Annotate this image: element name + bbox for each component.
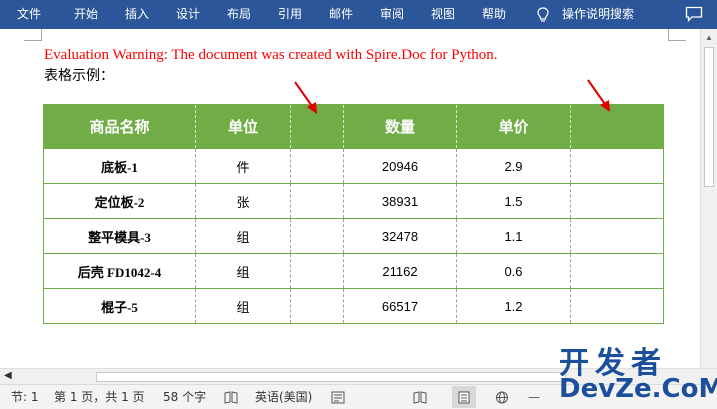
zoom-out-icon[interactable]: — <box>528 385 540 409</box>
header-cell-quantity[interactable]: 数量 <box>343 105 456 148</box>
cell-price[interactable]: 1.2 <box>456 289 570 323</box>
cell-unit[interactable]: 组 <box>195 219 290 253</box>
proofing-book-icon[interactable] <box>224 391 238 404</box>
status-page[interactable]: 第 1 页，共 1 页 <box>54 385 145 409</box>
cell-price[interactable]: 1.5 <box>456 184 570 218</box>
cell-product-name[interactable]: 整平模具-3 <box>44 219 195 253</box>
cell-empty[interactable] <box>290 219 343 253</box>
cell-unit[interactable]: 张 <box>195 184 290 218</box>
scroll-up-icon[interactable]: ▲ <box>705 33 713 42</box>
cell-empty[interactable] <box>570 149 663 183</box>
vertical-scroll-thumb[interactable] <box>704 47 714 187</box>
cell-product-name[interactable]: 后壳 FD1042-4 <box>44 254 195 288</box>
tab-design[interactable]: 设计 <box>176 0 200 29</box>
table-row: 底板-1 件 20946 2.9 <box>44 148 663 183</box>
print-layout-icon[interactable] <box>457 391 471 404</box>
status-word-count[interactable]: 58 个字 <box>163 385 206 409</box>
accessibility-icon[interactable] <box>331 391 345 404</box>
devze-watermark: 开发者 DevZe.CoM <box>555 336 717 409</box>
table-row: 整平模具-3 组 32478 1.1 <box>44 218 663 253</box>
scroll-left-icon[interactable]: ◀ <box>4 370 12 381</box>
cell-product-name[interactable]: 定位板-2 <box>44 184 195 218</box>
red-arrow-icon <box>587 79 610 112</box>
table-caption: 表格示例： <box>44 68 114 84</box>
cell-empty[interactable] <box>570 254 663 288</box>
tab-file[interactable]: 文件 <box>17 0 41 29</box>
header-cell-empty[interactable] <box>570 105 663 148</box>
cell-empty[interactable] <box>570 184 663 218</box>
cell-price[interactable]: 0.6 <box>456 254 570 288</box>
cell-empty[interactable] <box>290 254 343 288</box>
cell-empty[interactable] <box>290 149 343 183</box>
tab-mailings[interactable]: 邮件 <box>329 0 353 29</box>
horizontal-scroll-thumb[interactable] <box>96 372 566 382</box>
evaluation-warning: Evaluation Warning: The document was cre… <box>44 47 498 63</box>
cell-unit[interactable]: 组 <box>195 289 290 323</box>
cell-quantity[interactable]: 38931 <box>343 184 456 218</box>
cell-quantity[interactable]: 20946 <box>343 149 456 183</box>
tell-me-search[interactable]: 操作说明搜索 <box>562 0 634 29</box>
ribbon-bar: 文件 开始 插入 设计 布局 引用 邮件 审阅 视图 帮助 操作说明搜索 <box>0 0 717 29</box>
header-cell-name[interactable]: 商品名称 <box>44 105 195 148</box>
table-row: 棍子-5 组 66517 1.2 <box>44 288 663 323</box>
cell-unit[interactable]: 组 <box>195 254 290 288</box>
tab-help[interactable]: 帮助 <box>482 0 506 29</box>
comment-icon[interactable] <box>685 6 703 22</box>
tab-layout[interactable]: 布局 <box>227 0 251 29</box>
header-cell-price[interactable]: 单价 <box>456 105 570 148</box>
vertical-scrollbar[interactable]: ▲ <box>700 29 717 368</box>
tab-review[interactable]: 审阅 <box>380 0 404 29</box>
cell-price[interactable]: 2.9 <box>456 149 570 183</box>
cell-empty[interactable] <box>570 289 663 323</box>
cell-product-name[interactable]: 棍子-5 <box>44 289 195 323</box>
table-row: 定位板-2 张 38931 1.5 <box>44 183 663 218</box>
read-mode-icon[interactable] <box>413 391 427 404</box>
web-layout-icon[interactable] <box>495 391 509 404</box>
tab-home[interactable]: 开始 <box>74 0 98 29</box>
cell-empty[interactable] <box>570 219 663 253</box>
table-row: 后壳 FD1042-4 组 21162 0.6 <box>44 253 663 288</box>
cell-quantity[interactable]: 21162 <box>343 254 456 288</box>
header-cell-unit[interactable]: 单位 <box>195 105 290 148</box>
tab-references[interactable]: 引用 <box>278 0 302 29</box>
cell-quantity[interactable]: 66517 <box>343 289 456 323</box>
status-language[interactable]: 英语(美国) <box>255 385 312 409</box>
watermark-line2: DevZe.CoM <box>559 374 717 404</box>
margin-corner-mark <box>668 29 686 41</box>
cell-price[interactable]: 1.1 <box>456 219 570 253</box>
cell-empty[interactable] <box>290 184 343 218</box>
cell-empty[interactable] <box>290 289 343 323</box>
red-arrow-icon <box>294 81 317 114</box>
tab-view[interactable]: 视图 <box>431 0 455 29</box>
product-table[interactable]: 商品名称 单位 数量 单价 底板-1 件 20946 2.9 定位板-2 张 3… <box>43 104 664 324</box>
table-header-row: 商品名称 单位 数量 单价 <box>44 105 663 148</box>
cell-product-name[interactable]: 底板-1 <box>44 149 195 183</box>
status-section[interactable]: 节: 1 <box>11 385 39 409</box>
cell-quantity[interactable]: 32478 <box>343 219 456 253</box>
tab-insert[interactable]: 插入 <box>125 0 149 29</box>
document-page[interactable]: Evaluation Warning: The document was cre… <box>0 29 700 368</box>
lightbulb-icon[interactable] <box>536 7 550 23</box>
margin-corner-mark <box>24 29 42 41</box>
cell-unit[interactable]: 件 <box>195 149 290 183</box>
